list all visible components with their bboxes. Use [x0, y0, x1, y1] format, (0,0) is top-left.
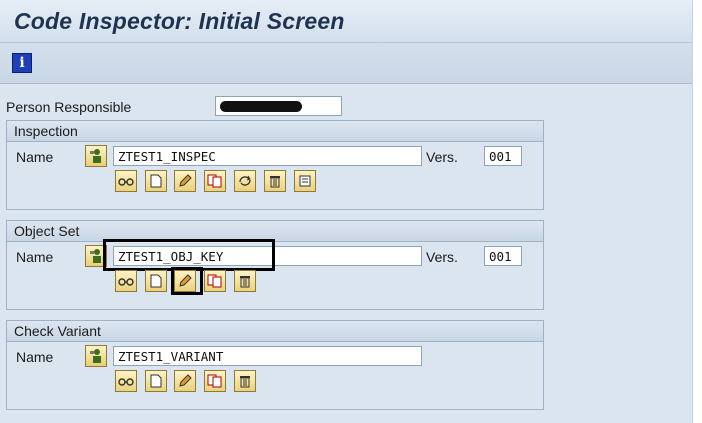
check-variant-name-label: Name	[16, 349, 54, 365]
trash-icon[interactable]	[234, 370, 256, 392]
title-bar: Code Inspector: Initial Screen	[0, 0, 692, 43]
application-toolbar: i	[0, 43, 692, 84]
copy-icon[interactable]	[204, 170, 226, 192]
copy-icon[interactable]	[204, 270, 226, 292]
pencil-icon[interactable]	[174, 370, 196, 392]
object-set-header: Object Set	[7, 221, 543, 242]
object-set-vers-input[interactable]: 001	[484, 246, 522, 266]
check-variant-header: Check Variant	[7, 321, 543, 342]
document-icon[interactable]	[145, 270, 167, 292]
document-icon[interactable]	[145, 370, 167, 392]
check-variant-person-icon[interactable]	[85, 345, 107, 367]
inspection-name-input[interactable]: ZTEST1_INSPEC	[113, 146, 422, 166]
glasses-icon[interactable]	[115, 370, 137, 392]
redacted-value	[220, 101, 302, 112]
right-edge	[692, 0, 702, 423]
object-set-name-label: Name	[16, 249, 54, 265]
pencil-highlight-box	[171, 267, 203, 295]
trash-icon[interactable]	[264, 170, 286, 192]
window-title: Code Inspector: Initial Screen	[14, 8, 345, 34]
glasses-icon[interactable]	[115, 170, 137, 192]
glasses-icon[interactable]	[115, 270, 137, 292]
scroll-icon[interactable]	[294, 170, 316, 192]
inspection-person-icon[interactable]	[85, 145, 107, 167]
inspection-vers-label: Vers.	[426, 149, 458, 165]
info-icon[interactable]: i	[12, 53, 32, 73]
inspection-vers-input[interactable]: 001	[484, 146, 522, 166]
object-set-vers-label: Vers.	[426, 249, 458, 265]
copy-icon[interactable]	[204, 370, 226, 392]
check-variant-name-input[interactable]: ZTEST1_VARIANT	[113, 346, 422, 366]
pencil-icon[interactable]	[174, 170, 196, 192]
trash-icon[interactable]	[234, 270, 256, 292]
main-area: Person Responsible Inspection Name ZTEST…	[0, 84, 692, 423]
document-icon[interactable]	[145, 170, 167, 192]
inspection-header: Inspection	[7, 121, 543, 142]
person-responsible-label: Person Responsible	[6, 99, 132, 115]
inspection-name-label: Name	[16, 149, 54, 165]
person-responsible-field[interactable]	[215, 96, 342, 116]
refresh-icon[interactable]	[234, 170, 256, 192]
